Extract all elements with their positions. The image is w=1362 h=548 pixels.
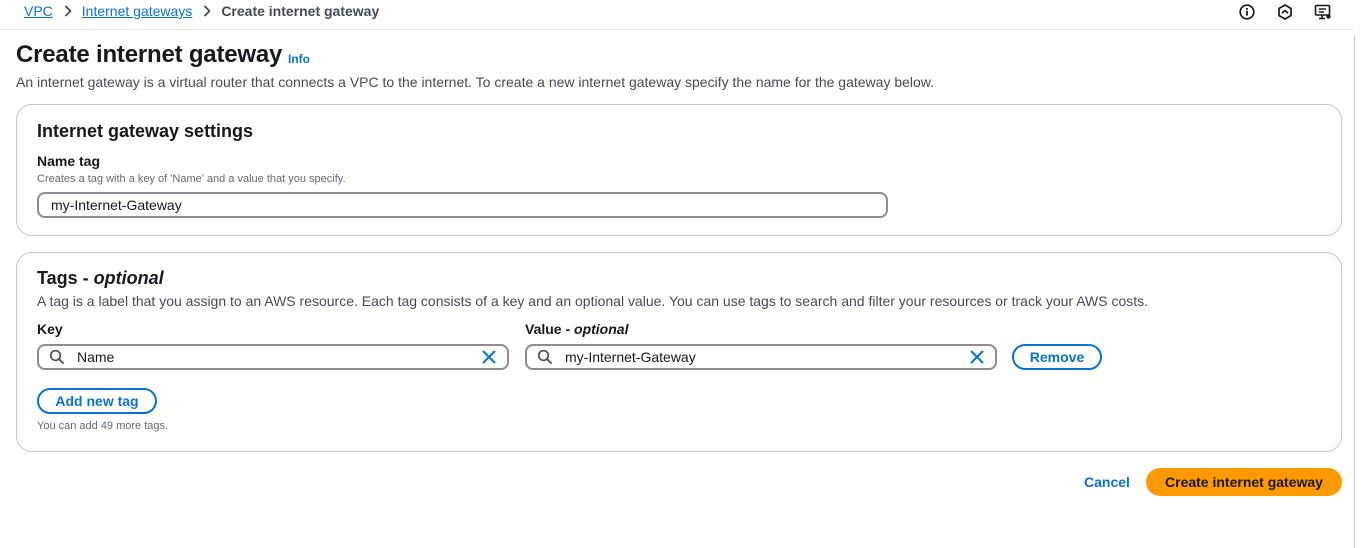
tags-description: A tag is a label that you assign to an A… <box>37 293 1149 309</box>
breadcrumb-vpc[interactable]: VPC <box>24 3 53 19</box>
screen-help-icon[interactable] <box>1314 3 1332 21</box>
name-tag-hint: Creates a tag with a key of 'Name' and a… <box>37 173 346 185</box>
page-title: Create internet gateway <box>16 41 283 68</box>
tag-key-input[interactable] <box>77 349 473 365</box>
name-tag-input[interactable] <box>51 197 886 213</box>
chevron-right-icon <box>63 5 73 17</box>
close-icon[interactable] <box>969 349 985 365</box>
tags-panel-title: Tags - optional <box>37 268 164 288</box>
search-icon <box>537 349 553 365</box>
create-internet-gateway-button[interactable]: Create internet gateway <box>1146 468 1342 496</box>
feedback-icon[interactable] <box>1276 3 1294 21</box>
add-new-tag-button[interactable]: Add new tag <box>37 388 157 414</box>
name-tag-input-wrapper <box>37 192 888 218</box>
tag-value-label: Value - optional <box>525 321 629 337</box>
remaining-tags-text: You can add 49 more tags. <box>37 420 169 432</box>
top-bar: VPC Internet gateways Create internet ga… <box>0 0 1354 30</box>
header-tools <box>1238 3 1332 21</box>
close-icon[interactable] <box>481 349 497 365</box>
tags-panel: Tags - optional A tag is a label that yo… <box>16 252 1342 452</box>
breadcrumb-internet-gateways[interactable]: Internet gateways <box>82 3 193 19</box>
tag-value-input[interactable] <box>565 349 961 365</box>
chevron-right-icon <box>202 5 212 17</box>
search-icon <box>49 349 65 365</box>
page-description: An internet gateway is a virtual router … <box>16 74 935 90</box>
info-link[interactable]: Info <box>288 52 310 66</box>
tag-value-field <box>525 344 997 370</box>
cancel-button[interactable]: Cancel <box>1084 474 1130 490</box>
settings-panel-title: Internet gateway settings <box>37 121 254 141</box>
info-circle-icon[interactable] <box>1238 3 1256 21</box>
tag-key-label: Key <box>37 321 63 337</box>
layout-divider <box>1354 36 1355 548</box>
gateway-settings-panel: Internet gateway settings Name tag Creat… <box>16 104 1342 236</box>
name-tag-label: Name tag <box>37 153 101 169</box>
breadcrumb-current: Create internet gateway <box>221 3 380 19</box>
remove-tag-button[interactable]: Remove <box>1012 344 1102 370</box>
tag-key-field <box>37 344 509 370</box>
breadcrumb: VPC Internet gateways Create internet ga… <box>24 3 379 19</box>
